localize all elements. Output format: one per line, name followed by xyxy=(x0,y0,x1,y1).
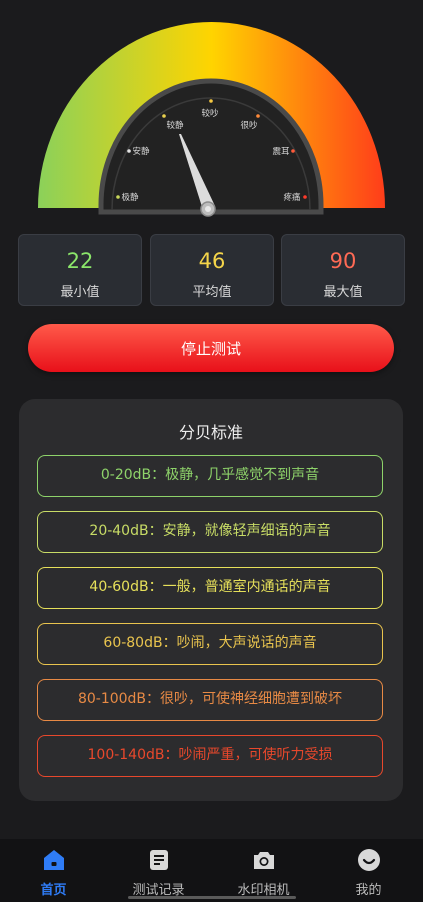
nav-profile[interactable]: 我的 xyxy=(316,839,421,902)
standard-item: 40-60dB：一般，普通室内通话的声音 xyxy=(37,567,383,609)
min-value: 22 xyxy=(66,249,94,273)
decibel-gauge: 极静 安静 较静 较吵 很吵 震耳 疼痛 xyxy=(0,0,423,230)
home-indicator xyxy=(128,896,296,899)
nav-profile-label: 我的 xyxy=(355,883,382,898)
tick-dot xyxy=(162,114,166,118)
tick-dot xyxy=(127,149,131,153)
gauge-label-fairly-noisy: 较吵 xyxy=(201,108,219,119)
gauge-label-deafening: 震耳 xyxy=(272,147,290,157)
nav-home-label: 首页 xyxy=(40,883,67,898)
standard-item: 0-20dB：极静，几乎感觉不到声音 xyxy=(37,455,383,497)
nav-home[interactable]: 首页 xyxy=(1,839,106,902)
tick-dot xyxy=(291,149,295,153)
avg-label: 平均值 xyxy=(192,285,232,300)
avg-value-card: 46 平均值 xyxy=(150,234,274,306)
gauge-label-very-quiet: 极静 xyxy=(121,192,139,203)
max-value: 90 xyxy=(329,249,357,273)
bottom-nav: 首页 测试记录 水印相机 我的 xyxy=(0,839,423,902)
gauge-label-painful: 疼痛 xyxy=(283,192,301,203)
standard-item: 80-100dB：很吵，可使神经细胞遭到破坏 xyxy=(37,679,383,721)
nav-records[interactable]: 测试记录 xyxy=(106,839,211,902)
gauge-label-noisy: 很吵 xyxy=(240,120,258,131)
tick-dot xyxy=(209,99,213,103)
min-label: 最小值 xyxy=(60,285,100,300)
avg-value: 46 xyxy=(198,249,226,273)
smiley-icon xyxy=(358,849,380,871)
stats-row: 22 最小值 46 平均值 90 最大值 xyxy=(18,234,405,306)
stop-test-button[interactable]: 停止测试 xyxy=(28,324,394,372)
camera-icon xyxy=(254,852,274,869)
nav-camera[interactable]: 水印相机 xyxy=(211,839,316,902)
standard-item: 60-80dB：吵闹，大声说话的声音 xyxy=(37,623,383,665)
max-label: 最大值 xyxy=(323,285,363,300)
gauge-label-quiet: 安静 xyxy=(132,146,150,157)
document-icon xyxy=(150,850,168,870)
standard-item: 100-140dB：吵闹严重，可使听力受损 xyxy=(37,735,383,777)
standards-title: 分贝标准 xyxy=(178,423,243,442)
max-value-card: 90 最大值 xyxy=(281,234,405,306)
tick-dot xyxy=(303,195,307,199)
min-value-card: 22 最小值 xyxy=(18,234,142,306)
standard-item: 20-40dB：安静，就像轻声细语的声音 xyxy=(37,511,383,553)
home-icon xyxy=(44,850,64,870)
gauge-label-fairly-quiet: 较静 xyxy=(166,120,184,131)
tick-dot xyxy=(116,195,120,199)
tick-dot xyxy=(256,114,260,118)
decibel-standards-panel: 分贝标准 0-20dB：极静，几乎感觉不到声音 20-40dB：安静，就像轻声细… xyxy=(19,399,403,801)
